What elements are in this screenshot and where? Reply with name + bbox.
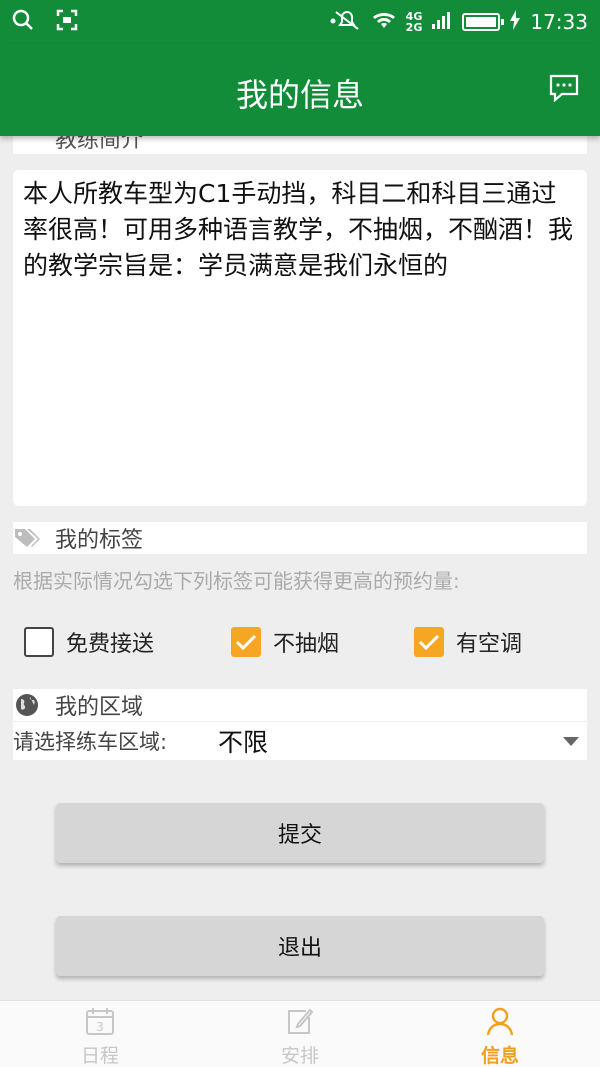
tags-section-header: 我的标签	[13, 522, 587, 554]
scan-icon[interactable]	[56, 9, 78, 35]
search-icon[interactable]	[12, 9, 34, 35]
status-bar: 4G 2G 17:33	[0, 0, 600, 44]
region-section-header: 我的区域	[13, 689, 587, 721]
tab-label: 信息	[480, 1045, 519, 1067]
tag-label: 不抽烟	[273, 632, 340, 657]
calendar-icon: 3	[84, 1005, 116, 1037]
globe-icon	[13, 691, 41, 719]
battery-icon	[462, 13, 505, 31]
region-section-title: 我的区域	[55, 695, 144, 720]
tab-arrangement[interactable]: 安排	[240, 1005, 360, 1067]
tag-label: 免费接送	[66, 632, 155, 657]
tag-checkbox-free-pickup[interactable]: 免费接送	[24, 626, 154, 658]
calendar-badge: 3	[96, 1020, 104, 1034]
edit-note-icon	[284, 1005, 316, 1037]
tab-schedule[interactable]: 3 日程	[40, 1005, 160, 1067]
bottom-nav: 3 日程 安排 信息	[0, 1000, 600, 1067]
tag-checkbox-group: 免费接送 不抽烟 有空调	[24, 626, 584, 666]
mute-icon	[330, 9, 362, 36]
tab-label: 安排	[280, 1045, 319, 1067]
tags-hint: 根据实际情况勾选下列标签可能获得更高的预约量:	[13, 569, 460, 593]
checkbox-checked-icon[interactable]	[231, 627, 261, 657]
person-icon	[484, 1005, 516, 1037]
intro-textarea[interactable]: 本人所教车型为C1手动挡，科目二和科目三通过率很高！可用多种语言教学，不抽烟，不…	[13, 170, 587, 506]
intro-section-title: 教练简介	[55, 136, 144, 153]
tab-info[interactable]: 信息	[440, 1005, 560, 1067]
dropdown-arrow-icon[interactable]	[563, 736, 579, 746]
app-bar: 我的信息	[0, 44, 600, 136]
intro-section-header: 教练简介	[13, 136, 587, 154]
message-icon[interactable]	[548, 72, 580, 104]
tags-section-title: 我的标签	[55, 528, 144, 553]
region-select-value[interactable]: 不限	[218, 723, 268, 759]
tag-icon	[13, 524, 41, 552]
region-select[interactable]: 请选择练车区域: 不限	[13, 722, 587, 760]
wifi-icon	[372, 10, 396, 35]
region-select-label: 请选择练车区域:	[13, 730, 168, 754]
network-type: 4G 2G	[405, 10, 423, 34]
tag-checkbox-air-conditioning[interactable]: 有空调	[414, 626, 522, 658]
page-title: 我的信息	[235, 76, 364, 114]
signal-icon	[432, 10, 452, 34]
charging-icon	[510, 9, 521, 35]
tag-label: 有空调	[456, 632, 523, 657]
tab-label: 日程	[80, 1045, 119, 1067]
tag-checkbox-no-smoking[interactable]: 不抽烟	[231, 626, 339, 658]
checkbox-checked-icon[interactable]	[414, 627, 444, 657]
checkbox-unchecked-icon[interactable]	[24, 627, 54, 657]
submit-button[interactable]: 提交	[56, 803, 544, 863]
status-time: 17:33	[530, 10, 588, 34]
logout-button[interactable]: 退出	[56, 916, 544, 976]
